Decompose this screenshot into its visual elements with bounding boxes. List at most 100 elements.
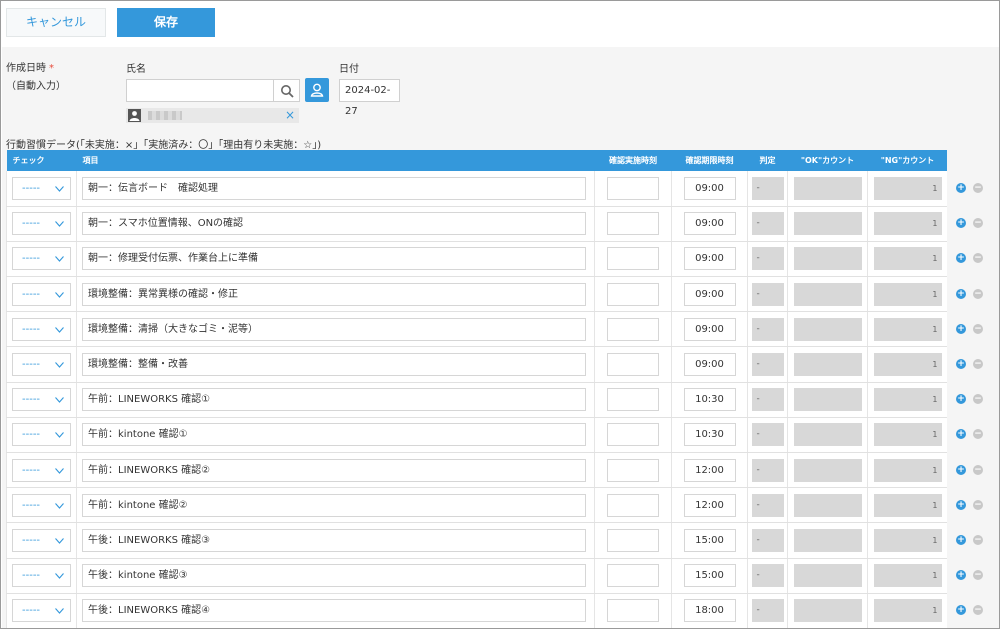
item-field[interactable]: 午後：LINEWORKS 確認③: [82, 528, 586, 552]
check-select[interactable]: -----: [12, 212, 71, 236]
deadline-field[interactable]: 10:30: [683, 423, 736, 447]
ok-count-value: [793, 353, 862, 377]
checked-time-field[interactable]: [607, 176, 659, 200]
item-field[interactable]: 午前：LINEWORKS 確認①: [82, 388, 586, 412]
cancel-button[interactable]: キャンセル: [6, 8, 106, 37]
item-field[interactable]: 午後：kintone 確認③: [82, 564, 586, 588]
ng-count-cell: 1: [867, 382, 947, 418]
item-cell: 朝一：伝言ボード 確認処理: [76, 171, 595, 207]
plus-icon[interactable]: +: [956, 464, 966, 475]
minus-icon[interactable]: −: [973, 499, 983, 510]
plus-icon[interactable]: +: [956, 429, 966, 440]
deadline-field[interactable]: 10:30: [683, 388, 736, 412]
item-field[interactable]: 環境整備：清掃（大きなゴミ・泥等）: [82, 317, 586, 341]
deadline-cell: 10:30: [671, 417, 748, 454]
checked-time-field[interactable]: [607, 388, 659, 412]
check-select[interactable]: -----: [12, 564, 71, 588]
close-icon[interactable]: ×: [285, 108, 295, 123]
plus-icon[interactable]: +: [956, 359, 966, 369]
deadline-field[interactable]: 09:00: [683, 212, 736, 236]
minus-icon[interactable]: −: [973, 288, 983, 299]
plus-icon[interactable]: +: [956, 183, 966, 193]
minus-icon[interactable]: −: [973, 323, 983, 334]
item-field[interactable]: 環境整備：整備・改善: [82, 353, 586, 377]
item-field[interactable]: 朝一：伝言ボード 確認処理: [82, 176, 586, 200]
table-row: ----- 午前：kintone 確認② 12:00 - 1: [6, 487, 947, 524]
plus-icon[interactable]: +: [956, 499, 966, 510]
check-select[interactable]: -----: [12, 599, 71, 623]
checked-time-field[interactable]: [607, 317, 659, 341]
deadline-field[interactable]: 09:00: [683, 317, 736, 341]
save-button[interactable]: 保存: [117, 8, 215, 37]
minus-icon[interactable]: −: [973, 359, 983, 369]
judge-cell: -: [747, 452, 788, 489]
plus-icon[interactable]: +: [956, 394, 966, 405]
check-select[interactable]: -----: [12, 493, 71, 517]
check-select[interactable]: -----: [12, 423, 71, 447]
checked-time-field[interactable]: [607, 247, 659, 271]
deadline-field[interactable]: 09:00: [683, 247, 736, 271]
deadline-field[interactable]: 09:00: [683, 176, 736, 200]
judge-cell: -: [747, 311, 788, 348]
plus-icon[interactable]: +: [956, 535, 966, 545]
check-select[interactable]: -----: [12, 528, 71, 552]
checked-time-field[interactable]: [607, 528, 659, 552]
minus-icon[interactable]: −: [973, 464, 983, 475]
check-select[interactable]: -----: [12, 353, 71, 377]
ng-count-value: 1: [873, 493, 942, 517]
deadline-field[interactable]: 09:00: [683, 282, 736, 306]
item-field[interactable]: 午前：kintone 確認①: [82, 423, 586, 447]
check-select[interactable]: -----: [12, 317, 71, 341]
checked-time-field[interactable]: [607, 423, 659, 447]
plus-icon[interactable]: +: [956, 218, 966, 229]
deadline-field[interactable]: 18:00: [683, 599, 736, 623]
check-select[interactable]: -----: [12, 176, 71, 200]
checked-time-field[interactable]: [607, 599, 659, 623]
item-field[interactable]: 午前：kintone 確認②: [82, 493, 586, 517]
item-field[interactable]: 環境整備：異常異様の確認・修正: [82, 282, 586, 306]
check-select[interactable]: -----: [12, 388, 71, 412]
table-row: ----- 環境整備：異常異様の確認・修正 09:00 - 1: [6, 276, 947, 313]
checked-time-field[interactable]: [607, 458, 659, 482]
checked-time-field[interactable]: [607, 564, 659, 588]
checked-time-field[interactable]: [607, 353, 659, 377]
deadline-field[interactable]: 09:00: [683, 353, 736, 377]
item-field[interactable]: 朝一：スマホ位置情報、ONの確認: [82, 212, 586, 236]
minus-icon[interactable]: −: [973, 183, 983, 193]
checked-time-field[interactable]: [607, 493, 659, 517]
check-select[interactable]: -----: [12, 282, 71, 306]
checked-time-field[interactable]: [607, 282, 659, 306]
check-select[interactable]: -----: [12, 458, 71, 482]
check-cell: -----: [6, 417, 77, 454]
user-select-button[interactable]: [305, 78, 329, 102]
item-field[interactable]: 午前：LINEWORKS 確認②: [82, 458, 586, 482]
item-field[interactable]: 朝一：修理受付伝票、作業台上に準備: [82, 247, 586, 271]
plus-icon[interactable]: +: [956, 605, 966, 616]
deadline-field[interactable]: 15:00: [683, 528, 736, 552]
plus-icon[interactable]: +: [956, 288, 966, 299]
search-button[interactable]: [274, 79, 300, 102]
plus-icon[interactable]: +: [956, 570, 966, 581]
minus-icon[interactable]: −: [973, 570, 983, 581]
plus-icon[interactable]: +: [956, 323, 966, 334]
minus-icon[interactable]: −: [973, 253, 983, 264]
minus-icon[interactable]: −: [973, 605, 983, 616]
minus-icon[interactable]: −: [973, 394, 983, 405]
auto-input-label: （自動入力）: [6, 81, 66, 92]
checked-time-field[interactable]: [607, 212, 659, 236]
name-input[interactable]: [126, 79, 274, 102]
deadline-cell: 09:00: [671, 276, 748, 313]
plus-icon[interactable]: +: [956, 253, 966, 264]
item-field[interactable]: 午後：LINEWORKS 確認④: [82, 599, 586, 623]
minus-icon[interactable]: −: [973, 429, 983, 440]
deadline-field[interactable]: 15:00: [683, 564, 736, 588]
date-field[interactable]: 2024-02-27: [339, 79, 400, 117]
ok-count-value: [793, 212, 862, 236]
check-select[interactable]: -----: [12, 247, 71, 271]
minus-icon[interactable]: −: [973, 218, 983, 229]
minus-icon[interactable]: −: [973, 535, 983, 545]
deadline-field[interactable]: 12:00: [683, 458, 736, 482]
deadline-field[interactable]: 12:00: [683, 493, 736, 517]
item-cell: 朝一：修理受付伝票、作業台上に準備: [76, 241, 595, 278]
toolbar: キャンセル 保存: [2, 2, 999, 47]
